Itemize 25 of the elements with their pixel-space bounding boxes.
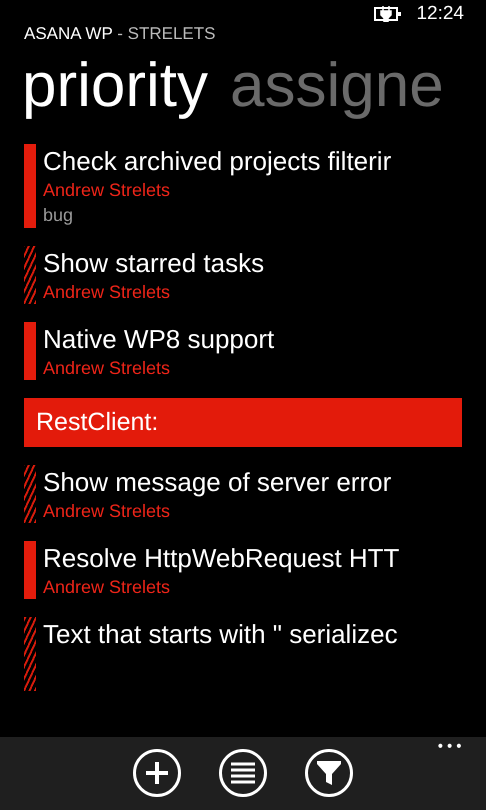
task-assignee: Andrew Strelets	[43, 576, 172, 599]
task-title[interactable]: Resolve HttpWebRequest HTT	[43, 541, 400, 575]
task-title[interactable]: Text that starts with " serializec	[43, 617, 398, 651]
pivot-tab[interactable]: priority	[22, 50, 208, 132]
task-assignee: Andrew Strelets	[43, 179, 172, 202]
task-title[interactable]: Show message of server error	[43, 465, 392, 499]
task-title[interactable]: Show starred tasks	[43, 246, 264, 280]
task-assignee: Andrew Strelets	[43, 281, 172, 304]
task-tag: bug	[43, 202, 392, 228]
add-button[interactable]	[133, 749, 181, 797]
pivot-tab[interactable]: assigne	[230, 50, 444, 132]
list-icon	[229, 761, 257, 785]
task-title[interactable]: Native WP8 support	[43, 322, 274, 356]
battery-charging-icon	[374, 6, 402, 22]
app-title: ASANA WP - STRELETS	[23, 24, 216, 44]
task-assignee: Andrew Strelets	[43, 500, 172, 523]
more-button[interactable]: •••	[436, 739, 464, 755]
section-header: RestClient:	[24, 398, 462, 447]
filter-button[interactable]	[305, 749, 353, 797]
task-assignee: Andrew Strelets	[43, 357, 172, 380]
add-icon	[144, 760, 170, 786]
filter-icon	[316, 759, 342, 787]
clock-time: 12:24	[416, 3, 464, 25]
list-button[interactable]	[219, 749, 267, 797]
task-title[interactable]: Check archived projects filterir	[43, 144, 392, 178]
